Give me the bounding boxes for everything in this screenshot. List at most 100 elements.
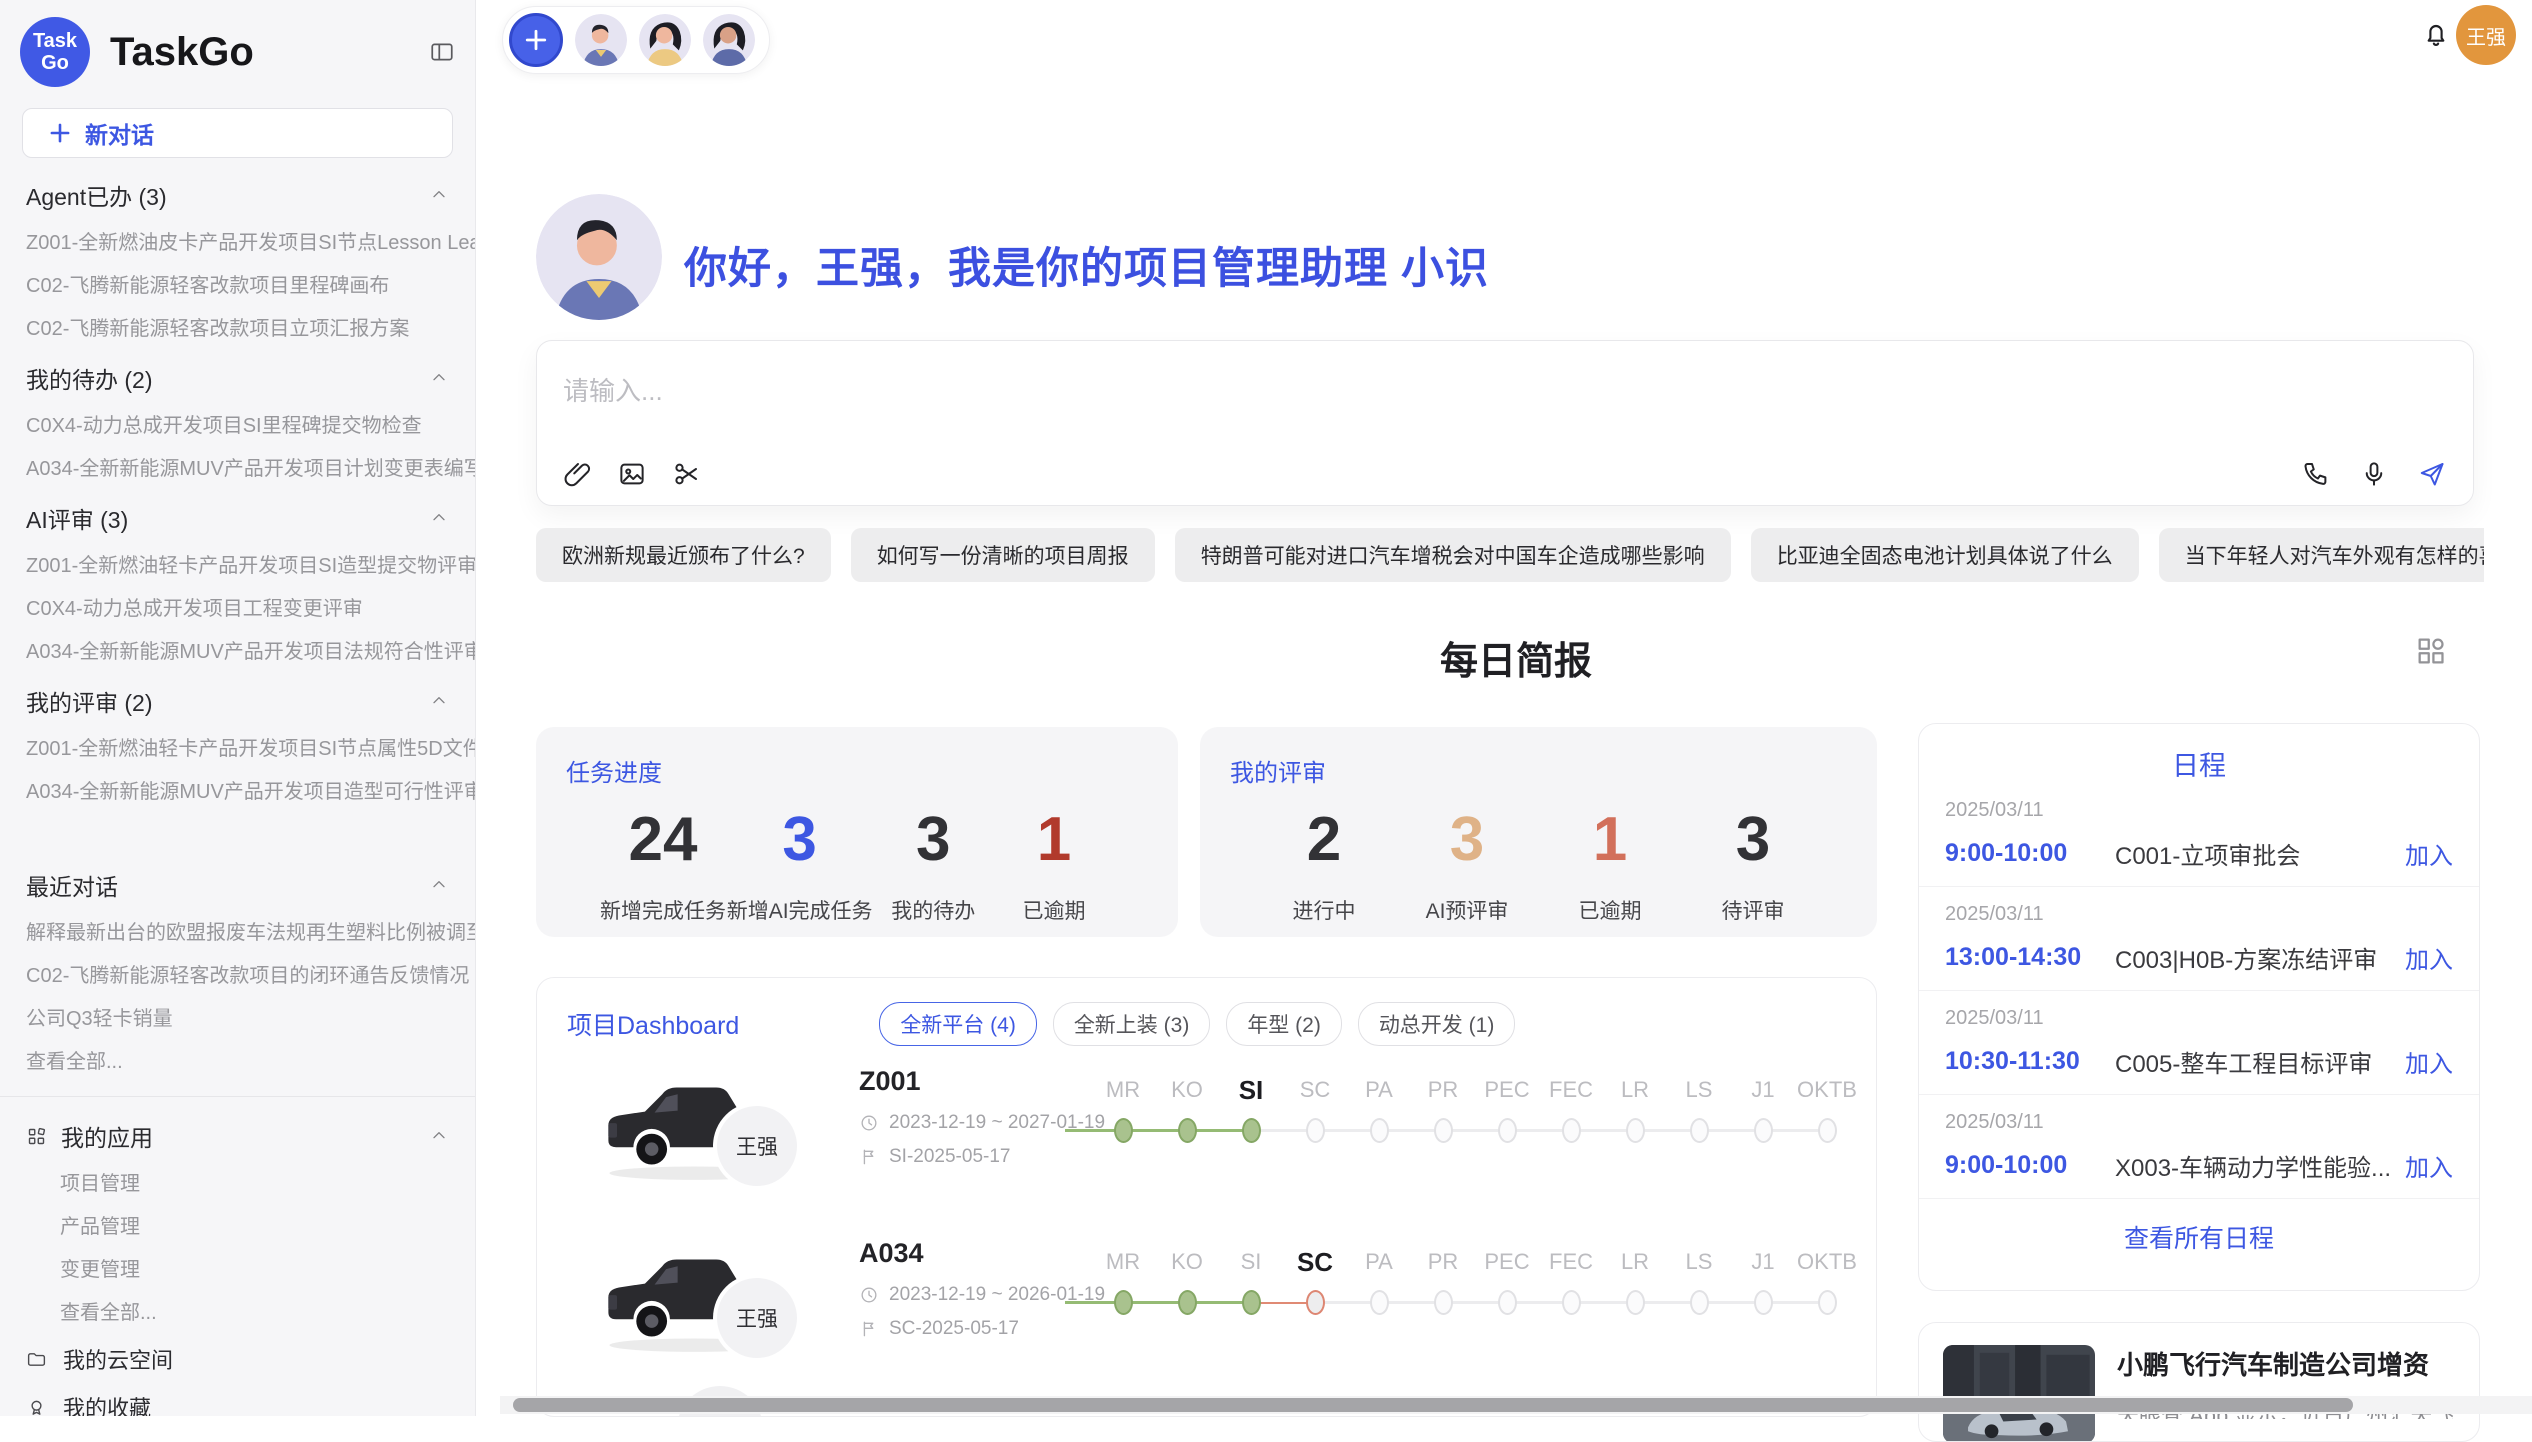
- agent-avatar-3[interactable]: [703, 14, 755, 66]
- sidebar-item-folder[interactable]: 我的云空间: [0, 1335, 475, 1383]
- recent-chat-item[interactable]: 解释最新出台的欧盟报废车法规再生塑料比例被调至15%...: [0, 912, 475, 955]
- schedule-item[interactable]: 2025/03/119:00-10:00C001-立项审批会加入: [1919, 783, 2479, 887]
- image-icon[interactable]: [617, 459, 647, 489]
- recent-chat-item[interactable]: 公司Q3轻卡销量: [0, 998, 475, 1041]
- sidebar-task-item[interactable]: C0X4-动力总成开发项目工程变更评审: [0, 588, 475, 631]
- sidebar-task-item[interactable]: Z001-全新燃油轻卡产品开发项目SI节点属性5D文件评审: [0, 728, 475, 771]
- sidebar-task-item[interactable]: A034-全新新能源MUV产品开发项目计划变更表编写: [0, 448, 475, 491]
- sidebar: Task Go TaskGo 新对话 Agent已办 (3)Z001-全新燃油皮…: [0, 0, 476, 1416]
- add-agent-button[interactable]: [509, 13, 563, 67]
- schedule-item[interactable]: 2025/03/119:00-10:00X003-车辆动力学性能验...加入: [1919, 1095, 2479, 1199]
- stat-label: 新增完成任务: [600, 895, 726, 925]
- milestone-label: J1: [1731, 1072, 1795, 1108]
- stat: 1已逾期: [1550, 804, 1670, 925]
- sidebar-task-item[interactable]: C0X4-动力总成开发项目SI里程碑提交物检查: [0, 405, 475, 448]
- collapse-sidebar-icon[interactable]: [429, 39, 455, 65]
- milestone: J1: [1731, 1072, 1795, 1143]
- sidebar-task-item[interactable]: A034-全新新能源MUV产品开发项目法规符合性评审: [0, 631, 475, 674]
- sidebar-task-item[interactable]: Z001-全新燃油皮卡产品开发项目SI节点Lesson Learn报告: [0, 222, 475, 265]
- section-header-2[interactable]: AI评审 (3): [0, 491, 475, 545]
- folder-icon: [26, 1349, 47, 1370]
- suggestion-chip[interactable]: 当下年轻人对汽车外观有怎样的喜好趋势: [2159, 528, 2484, 582]
- stat: 3AI预评审: [1407, 804, 1527, 925]
- suggestion-chip[interactable]: 特朗普可能对进口汽车增税会对中国车企造成哪些影响: [1175, 528, 1731, 582]
- milestone: SC: [1283, 1072, 1347, 1143]
- attachment-icon[interactable]: [563, 459, 593, 489]
- sidebar-item-label: 我的云空间: [63, 1343, 173, 1375]
- section-header-1[interactable]: 我的待办 (2): [0, 351, 475, 405]
- sidebar-task-item[interactable]: A034-全新新能源MUV产品开发项目造型可行性评审: [0, 771, 475, 814]
- app-item[interactable]: 项目管理: [0, 1163, 475, 1206]
- stat-value: 1: [1550, 804, 1670, 875]
- chevron-up-icon: [429, 508, 449, 528]
- dashboard-tab[interactable]: 全新平台 (4): [879, 1002, 1037, 1046]
- sidebar-task-item[interactable]: C02-飞腾新能源轻客改款项目里程碑画布: [0, 265, 475, 308]
- schedule-time: 9:00-10:00: [1945, 839, 2115, 868]
- section-header-0[interactable]: Agent已办 (3): [0, 168, 475, 222]
- microphone-icon[interactable]: [2359, 459, 2389, 489]
- agent-avatar-1[interactable]: [575, 14, 627, 66]
- stat: 3我的待办: [873, 804, 993, 925]
- stat-value: 3: [1693, 804, 1813, 875]
- dashboard-tab[interactable]: 年型 (2): [1226, 1002, 1342, 1046]
- recent-view-all[interactable]: 查看全部...: [0, 1041, 475, 1084]
- app-item[interactable]: 产品管理: [0, 1206, 475, 1249]
- project-row[interactable]: 王强A0342023-12-19 ~ 2026-01-19SC-2025-05-…: [567, 1232, 1846, 1390]
- user-avatar[interactable]: 王强: [2456, 5, 2516, 65]
- milestone-dot: [1114, 1118, 1133, 1143]
- sidebar-task-item[interactable]: Z001-全新燃油轻卡产品开发项目SI造型提交物评审: [0, 545, 475, 588]
- schedule-time: 9:00-10:00: [1945, 1151, 2115, 1180]
- milestone-label: PEC: [1475, 1072, 1539, 1108]
- chat-input[interactable]: [561, 369, 2413, 429]
- join-link[interactable]: 加入: [2405, 940, 2453, 975]
- stat-card-title: 我的评审: [1230, 753, 1847, 788]
- new-chat-button[interactable]: 新对话: [22, 108, 453, 158]
- suggestion-chips: 欧洲新规最近颁布了什么? 如何写一份清晰的项目周报特朗普可能对进口汽车增税会对中国…: [536, 528, 2484, 582]
- brief-layout-icon[interactable]: [2414, 634, 2448, 668]
- milestone: MR: [1091, 1072, 1155, 1143]
- section-header-my-apps[interactable]: 我的应用: [0, 1109, 475, 1163]
- join-link[interactable]: 加入: [2405, 1044, 2453, 1079]
- suggestion-chip[interactable]: 比亚迪全固态电池计划具体说了什么: [1751, 528, 2139, 582]
- schedule-item[interactable]: 2025/03/1113:00-14:30C003|H0B-方案冻结评审加入: [1919, 887, 2479, 991]
- notification-bell-icon[interactable]: [2420, 18, 2452, 50]
- schedule-row: 9:00-10:00C001-立项审批会加入: [1945, 836, 2453, 871]
- schedule-row: 10:30-11:30C005-整车工程目标评审加入: [1945, 1044, 2453, 1079]
- news-card[interactable]: 小鹏飞行汽车制造公司增资 天眼查 App 显示，近日广州汇天飞行汽...: [1918, 1322, 2480, 1442]
- horizontal-scrollbar[interactable]: [513, 1398, 2353, 1412]
- daily-brief-title: 每日简报: [500, 630, 2532, 685]
- suggestion-chip[interactable]: 欧洲新规最近颁布了什么?: [536, 528, 831, 582]
- dashboard-tab[interactable]: 全新上装 (3): [1053, 1002, 1211, 1046]
- suggestion-chip[interactable]: 如何写一份清晰的项目周报: [851, 528, 1155, 582]
- stat-label: AI预评审: [1407, 895, 1527, 925]
- composer-right-tools: [2301, 459, 2447, 489]
- stat-value: 3: [873, 804, 993, 875]
- sidebar-item-medal[interactable]: 我的收藏: [0, 1383, 475, 1416]
- send-icon[interactable]: [2417, 459, 2447, 489]
- view-all-schedule-link[interactable]: 查看所有日程: [1919, 1219, 2479, 1255]
- project-row[interactable]: 王强Z0012023-12-19 ~ 2027-01-19SI-2025-05-…: [567, 1060, 1846, 1218]
- dashboard-tab[interactable]: 动总开发 (1): [1358, 1002, 1516, 1046]
- milestone: PA: [1347, 1072, 1411, 1143]
- join-link[interactable]: 加入: [2405, 836, 2453, 871]
- agent-avatar-2[interactable]: [639, 14, 691, 66]
- milestone: FEC: [1539, 1244, 1603, 1315]
- phone-icon[interactable]: [2301, 459, 2331, 489]
- milestone: LR: [1603, 1072, 1667, 1143]
- sidebar-task-item[interactable]: C02-飞腾新能源轻客改款项目立项汇报方案: [0, 308, 475, 351]
- apps-view-all[interactable]: 查看全部...: [0, 1292, 475, 1335]
- schedule-row: 9:00-10:00X003-车辆动力学性能验...加入: [1945, 1148, 2453, 1183]
- schedule-item[interactable]: 2025/03/11 10:30-11:30C005-整车工程目标评审加入: [1919, 991, 2479, 1095]
- app-item[interactable]: 变更管理: [0, 1249, 475, 1292]
- section-header-recent[interactable]: 最近对话: [0, 858, 475, 912]
- section-header-3[interactable]: 我的评审 (2): [0, 674, 475, 728]
- milestone-dot: [1178, 1118, 1197, 1143]
- milestone-dot: [1562, 1118, 1581, 1143]
- owner-avatar: 王强: [717, 1106, 797, 1186]
- recent-chat-item[interactable]: C02-飞腾新能源轻客改款项目的闭环通告反馈情况: [0, 955, 475, 998]
- join-link[interactable]: 加入: [2405, 1148, 2453, 1183]
- scissors-icon[interactable]: [671, 459, 701, 489]
- schedule-date: 2025/03/11: [1945, 1007, 2453, 1030]
- milestone-label: PR: [1411, 1244, 1475, 1280]
- milestone-label: OKTB: [1795, 1244, 1859, 1280]
